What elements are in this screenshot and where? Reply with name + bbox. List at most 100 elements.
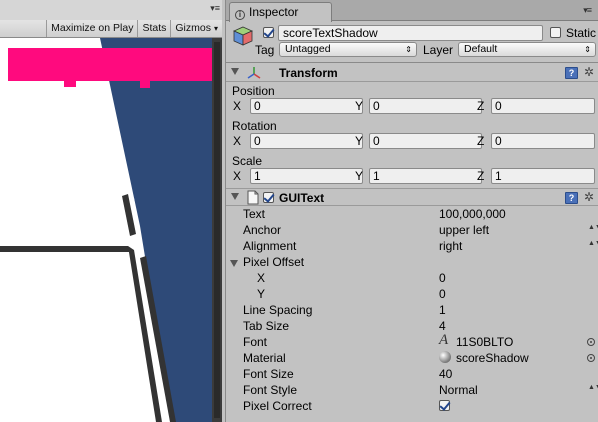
- scale-y-field[interactable]: 1: [369, 168, 482, 184]
- alignment-label: Alignment: [243, 239, 297, 253]
- font-style-dropdown[interactable]: Normal: [439, 383, 478, 397]
- gizmos-button[interactable]: Gizmos ▾: [170, 20, 222, 37]
- scale-y-axis-label: Y: [355, 169, 364, 183]
- inspector-tab-strip: i Inspector ▾≡: [226, 0, 598, 22]
- magenta-score-bar: [8, 48, 212, 81]
- tab-size-field[interactable]: 4: [439, 319, 446, 333]
- position-y-field[interactable]: 0: [369, 98, 482, 114]
- material-object-field[interactable]: scoreShadow: [456, 351, 529, 365]
- pixel-offset-x-label: X: [257, 271, 266, 285]
- transform-title: Transform: [279, 66, 338, 80]
- pixel-offset-label: Pixel Offset: [243, 255, 305, 269]
- guitext-gear-icon[interactable]: ✲: [584, 190, 594, 204]
- tag-label: Tag: [255, 43, 275, 57]
- font-asset-icon: A: [439, 332, 449, 348]
- line-spacing-label: Line Spacing: [243, 303, 313, 317]
- font-size-label: Font Size: [243, 367, 294, 381]
- layer-dropdown-arrow-icon: ⇕: [584, 45, 591, 54]
- dark-stripe-ledge: [0, 246, 132, 252]
- text-field[interactable]: 100,000,000: [439, 207, 506, 221]
- position-x-field[interactable]: 0: [250, 98, 363, 114]
- tag-dropdown-arrow-icon: ⇕: [405, 45, 412, 54]
- gizmos-dropdown-icon[interactable]: ▾: [214, 24, 218, 33]
- scale-z-axis-label: Z: [477, 169, 485, 183]
- font-label: Font: [243, 335, 268, 349]
- material-sphere-icon: [439, 351, 451, 363]
- static-label: Static: [566, 26, 597, 40]
- guitext-enabled-checkbox[interactable]: [263, 192, 274, 203]
- alignment-dropdown-arrow-icon[interactable]: ▲▼: [588, 240, 598, 247]
- scale-x-field[interactable]: 1: [250, 168, 363, 184]
- alignment-dropdown[interactable]: right: [439, 239, 462, 253]
- font-object-picker-icon[interactable]: [587, 338, 595, 346]
- layer-dropdown-value: Default: [464, 43, 498, 55]
- anchor-dropdown[interactable]: upper left: [439, 223, 489, 237]
- document-icon: [247, 190, 259, 205]
- maximize-on-play-button[interactable]: Maximize on Play: [46, 20, 137, 37]
- rotation-x-axis-label: X: [233, 134, 242, 148]
- position-x-axis-label: X: [233, 99, 242, 113]
- game-view-scrollbar[interactable]: [212, 38, 222, 422]
- guitext-help-icon[interactable]: ?: [565, 192, 578, 204]
- gameobject-active-checkbox[interactable]: [263, 27, 274, 38]
- guitext-title: GUIText: [279, 191, 325, 205]
- transform-foldout-arrow-icon[interactable]: [231, 68, 239, 75]
- inspector-panel: i Inspector ▾≡ scoreTextShadow Static Tag…: [225, 0, 598, 422]
- game-view-tab-strip: ▾≡: [0, 0, 222, 20]
- tab-inspector[interactable]: i Inspector: [229, 2, 332, 22]
- transform-help-icon[interactable]: ?: [565, 67, 578, 79]
- pixel-correct-label: Pixel Correct: [243, 399, 312, 413]
- font-style-dropdown-arrow-icon[interactable]: ▲▼: [588, 384, 598, 391]
- material-label: Material: [243, 351, 286, 365]
- game-view-toolbar: Maximize on Play Stats Gizmos ▾: [0, 20, 222, 38]
- line-spacing-field[interactable]: 1: [439, 303, 446, 317]
- font-object-field[interactable]: 11S0BLTO: [456, 335, 513, 349]
- tab-inspector-label: Inspector: [249, 5, 299, 19]
- transform-component-header[interactable]: Transform ? ✲: [226, 64, 598, 82]
- anchor-dropdown-arrow-icon[interactable]: ▲▼: [588, 224, 598, 231]
- position-z-axis-label: Z: [477, 99, 485, 113]
- rotation-label: Rotation: [232, 119, 277, 133]
- static-checkbox[interactable]: [550, 27, 561, 38]
- pixel-offset-y-label: Y: [257, 287, 266, 301]
- tag-dropdown-value: Untagged: [285, 43, 331, 55]
- magenta-score-notch-left: [64, 81, 76, 87]
- position-z-field[interactable]: 0: [491, 98, 595, 114]
- scale-z-field[interactable]: 1: [491, 168, 595, 184]
- gameobject-header: scoreTextShadow Static Tag Untagged ⇕ Lay…: [226, 21, 598, 63]
- tab-size-label: Tab Size: [243, 319, 290, 333]
- font-style-label: Font Style: [243, 383, 298, 397]
- scale-x-axis-label: X: [233, 169, 242, 183]
- game-scene-render: [0, 38, 212, 422]
- transform-axes-icon: [247, 67, 261, 79]
- game-view-scrollbar-thumb[interactable]: [214, 42, 220, 418]
- tag-dropdown[interactable]: Untagged ⇕: [279, 42, 417, 57]
- game-view-tab-menu-icon[interactable]: ▾≡: [210, 3, 220, 14]
- info-icon: i: [235, 10, 245, 20]
- gameobject-name-field[interactable]: scoreTextShadow: [278, 25, 543, 41]
- anchor-label: Anchor: [243, 223, 282, 237]
- gizmos-label: Gizmos: [175, 22, 211, 34]
- guitext-component-header[interactable]: GUIText ? ✲: [226, 188, 598, 206]
- inspector-tab-menu-icon[interactable]: ▾≡: [583, 5, 592, 16]
- game-canvas[interactable]: [0, 38, 212, 422]
- stats-button[interactable]: Stats: [137, 20, 170, 37]
- font-size-field[interactable]: 40: [439, 367, 452, 381]
- pixel-correct-checkbox[interactable]: [439, 400, 450, 411]
- pixel-offset-x-field[interactable]: 0: [439, 271, 446, 285]
- layer-dropdown[interactable]: Default ⇕: [458, 42, 596, 57]
- position-y-axis-label: Y: [355, 99, 364, 113]
- layer-label: Layer: [423, 43, 454, 57]
- transform-gear-icon[interactable]: ✲: [584, 65, 594, 79]
- scale-label: Scale: [232, 154, 263, 168]
- rotation-z-field[interactable]: 0: [491, 133, 595, 149]
- gameobject-cube-icon: [233, 26, 253, 46]
- rotation-x-field[interactable]: 0: [250, 133, 363, 149]
- pixel-offset-foldout-arrow-icon[interactable]: [230, 260, 238, 267]
- rotation-y-field[interactable]: 0: [369, 133, 482, 149]
- material-object-picker-icon[interactable]: [587, 354, 595, 362]
- guitext-foldout-arrow-icon[interactable]: [231, 193, 239, 200]
- pixel-offset-y-field[interactable]: 0: [439, 287, 446, 301]
- position-label: Position: [232, 84, 275, 98]
- game-view-panel: ▾≡ Maximize on Play Stats Gizmos ▾: [0, 0, 222, 422]
